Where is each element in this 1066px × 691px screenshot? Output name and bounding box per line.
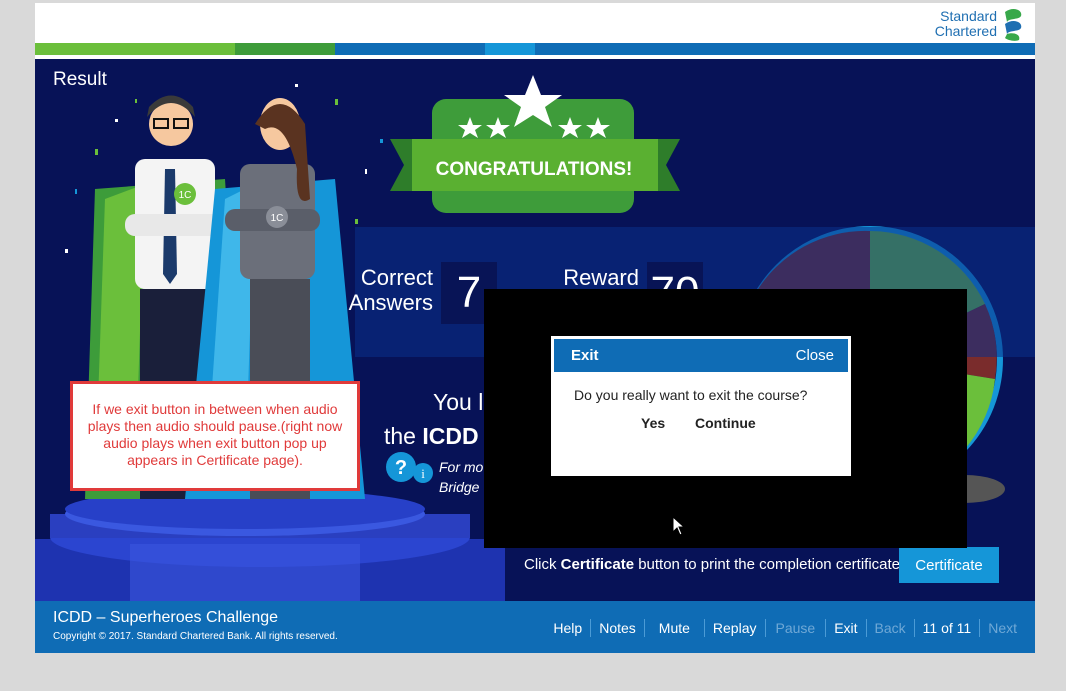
cert-instruction-bold: Certificate — [560, 556, 635, 573]
reward-label: Reward — [563, 265, 639, 290]
dialog-title: Exit — [571, 347, 599, 364]
course-footer: ICDD – Superheroes Challenge Copyright ©… — [35, 601, 1035, 653]
help-button[interactable]: Help — [545, 619, 592, 637]
dialog-continue-button[interactable]: Continue — [695, 415, 756, 431]
progress-color-bar — [35, 43, 1035, 55]
mouse-cursor-icon — [672, 516, 686, 536]
result-message-prefix: the — [384, 423, 423, 449]
congrats-ribbon — [390, 75, 680, 213]
correct-label-line-2: Answers — [348, 290, 433, 315]
player-navigation: Help Notes Mute Replay Pause Exit Back 1… — [545, 619, 1025, 637]
result-message-line-1: You l — [433, 389, 484, 415]
page-title: Result — [53, 69, 107, 90]
result-message-line-2: the ICDD — [384, 423, 479, 450]
brand-line-1: Standard — [940, 8, 997, 24]
replay-button[interactable]: Replay — [705, 619, 766, 637]
copyright-text: Copyright © 2017. Standard Chartered Ban… — [53, 631, 338, 642]
back-button[interactable]: Back — [867, 619, 915, 637]
cert-instruction-prefix: Click — [524, 556, 561, 573]
svg-text:1C: 1C — [271, 213, 284, 224]
more-info-text: For mo Bridge — [439, 457, 483, 497]
brand-name: Standard Chartered — [935, 9, 997, 39]
correct-answers-label: Correct Answers — [347, 265, 433, 315]
top-header: Standard Chartered — [35, 3, 1035, 43]
review-annotation-note: If we exit button in between when audio … — [70, 381, 360, 491]
congratulations-banner: CONGRATULATIONS! — [390, 71, 680, 216]
svg-text:i: i — [421, 466, 425, 481]
brand-line-2: Chartered — [934, 23, 997, 39]
svg-text:1C: 1C — [179, 190, 192, 201]
certificate-instruction: Click Certificate button to print the co… — [524, 556, 904, 573]
correct-label-line-1: Correct — [360, 265, 433, 290]
notes-button[interactable]: Notes — [591, 619, 645, 637]
dialog-message: Do you really want to exit the course? — [574, 387, 808, 403]
next-button[interactable]: Next — [980, 619, 1025, 637]
brand-logo: Standard Chartered — [935, 5, 1025, 43]
svg-text:?: ? — [395, 457, 407, 479]
page-counter: 11 of 11 — [915, 619, 981, 637]
exit-dialog: Exit Close Do you really want to exit th… — [551, 336, 851, 476]
brand-swirl-icon — [1005, 9, 1022, 41]
congratulations-text: CONGRATULATIONS! — [435, 159, 633, 180]
dialog-header: Exit Close — [554, 339, 848, 372]
dialog-close-button[interactable]: Close — [796, 347, 834, 364]
podium — [35, 489, 505, 601]
result-message-course: ICDD — [422, 423, 479, 449]
dialog-yes-button[interactable]: Yes — [641, 415, 665, 431]
course-title: ICDD – Superheroes Challenge — [53, 609, 279, 626]
more-info-line-2: Bridge — [439, 479, 480, 495]
pause-button[interactable]: Pause — [766, 619, 827, 637]
question-info-icon: ? i — [386, 452, 433, 483]
exit-button[interactable]: Exit — [826, 619, 867, 637]
header-divider — [35, 55, 1035, 57]
cert-instruction-suffix: button to print the completion certifica… — [634, 556, 905, 573]
mute-button[interactable]: Mute — [645, 619, 705, 637]
certificate-button[interactable]: Certificate — [899, 547, 999, 583]
more-info-line-1: For mo — [439, 459, 484, 475]
